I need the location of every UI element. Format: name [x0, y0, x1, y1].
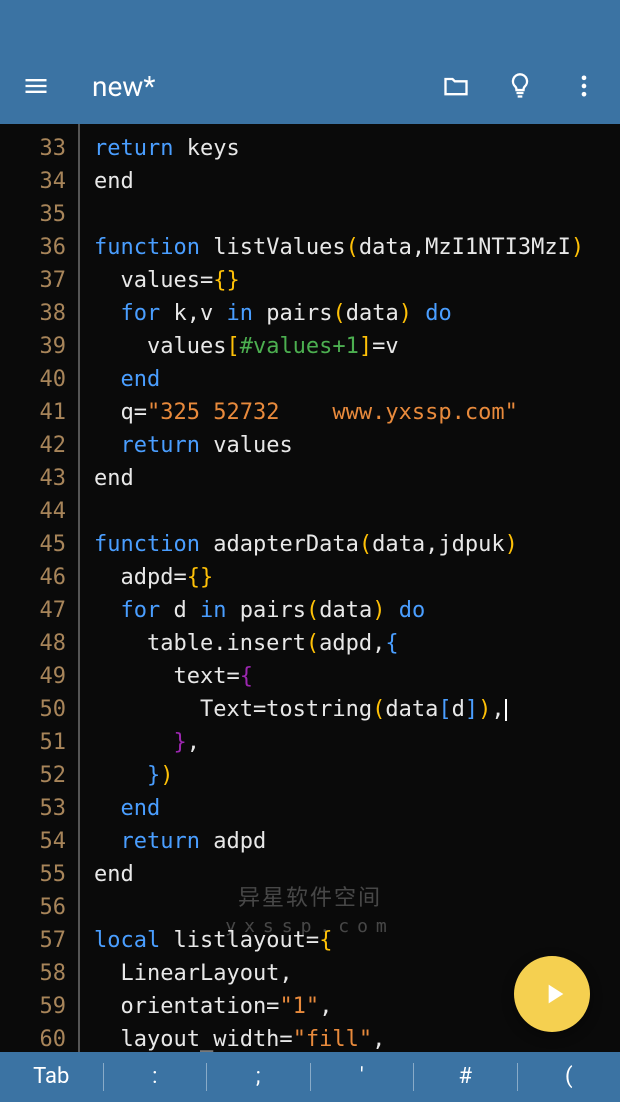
line-number: 35	[0, 198, 78, 231]
line-number: 43	[0, 462, 78, 495]
more-vert-icon	[570, 72, 598, 100]
hint-button[interactable]	[500, 66, 540, 106]
code-line[interactable]: for d in pairs(data) do	[94, 594, 620, 627]
code-line[interactable]: end	[94, 165, 620, 198]
code-line[interactable]: function listValues(data,MzI1NTI3MzI)	[94, 231, 620, 264]
line-number: 56	[0, 891, 78, 924]
code-line[interactable]: })	[94, 759, 620, 792]
line-number: 55	[0, 858, 78, 891]
code-line[interactable]: q="325 52732 www.yxssp.com"	[94, 396, 620, 429]
code-content[interactable]: return keysendfunction listValues(data,M…	[80, 124, 620, 1052]
code-line[interactable]	[94, 495, 620, 528]
line-number: 50	[0, 693, 78, 726]
line-number-gutter: 3334353637383940414243444546474849505152…	[0, 124, 80, 1052]
line-number: 37	[0, 264, 78, 297]
code-line[interactable]: end	[94, 858, 620, 891]
code-line[interactable]: values[#values+1]=v	[94, 330, 620, 363]
code-line[interactable]: },	[94, 726, 620, 759]
code-line[interactable]: end	[94, 363, 620, 396]
text-cursor	[505, 699, 507, 721]
line-number: 47	[0, 594, 78, 627]
shortcut-bar: Tab:;'#(	[0, 1052, 620, 1102]
shortcut-key-4[interactable]: #	[414, 1063, 518, 1091]
code-editor[interactable]: 3334353637383940414243444546474849505152…	[0, 124, 620, 1052]
line-number: 54	[0, 825, 78, 858]
code-line[interactable]: values={}	[94, 264, 620, 297]
line-number: 36	[0, 231, 78, 264]
code-line[interactable]: return adpd	[94, 825, 620, 858]
line-number: 41	[0, 396, 78, 429]
file-title: new*	[92, 70, 155, 103]
line-number: 57	[0, 924, 78, 957]
status-bar	[0, 0, 620, 48]
code-line[interactable]: adpd={}	[94, 561, 620, 594]
lightbulb-icon	[506, 72, 534, 100]
shortcut-key-3[interactable]: '	[311, 1063, 415, 1091]
line-number: 34	[0, 165, 78, 198]
code-line[interactable]: text={	[94, 660, 620, 693]
code-line[interactable]: return keys	[94, 132, 620, 165]
code-line[interactable]: end	[94, 792, 620, 825]
shortcut-key-5[interactable]: (	[518, 1063, 620, 1091]
code-line[interactable]: for k,v in pairs(data) do	[94, 297, 620, 330]
line-number: 58	[0, 957, 78, 990]
code-line[interactable]: end	[94, 462, 620, 495]
line-number: 60	[0, 1023, 78, 1052]
shortcut-key-0[interactable]: Tab	[0, 1063, 104, 1091]
line-number: 52	[0, 759, 78, 792]
line-number: 44	[0, 495, 78, 528]
line-number: 59	[0, 990, 78, 1023]
line-number: 49	[0, 660, 78, 693]
line-number: 38	[0, 297, 78, 330]
code-line[interactable]: Text=tostring(data[d]),	[94, 693, 620, 726]
line-number: 45	[0, 528, 78, 561]
hamburger-icon	[22, 72, 50, 100]
toolbar: new*	[0, 48, 620, 124]
shortcut-key-2[interactable]: ;	[207, 1063, 311, 1091]
line-number: 48	[0, 627, 78, 660]
code-line[interactable]: return values	[94, 429, 620, 462]
menu-button[interactable]	[16, 66, 56, 106]
overflow-menu-button[interactable]	[564, 66, 604, 106]
line-number: 42	[0, 429, 78, 462]
line-number: 39	[0, 330, 78, 363]
code-line[interactable]	[94, 891, 620, 924]
line-number: 51	[0, 726, 78, 759]
open-file-button[interactable]	[436, 66, 476, 106]
code-line[interactable]: table.insert(adpd,{	[94, 627, 620, 660]
folder-icon	[442, 72, 470, 100]
run-button[interactable]	[514, 956, 590, 1032]
code-line[interactable]: function adapterData(data,jdpuk)	[94, 528, 620, 561]
play-icon	[538, 978, 570, 1010]
line-number: 53	[0, 792, 78, 825]
shortcut-key-1[interactable]: :	[104, 1063, 208, 1091]
code-line[interactable]	[94, 198, 620, 231]
code-line[interactable]: local listlayout={	[94, 924, 620, 957]
line-number: 40	[0, 363, 78, 396]
line-number: 46	[0, 561, 78, 594]
line-number: 33	[0, 132, 78, 165]
